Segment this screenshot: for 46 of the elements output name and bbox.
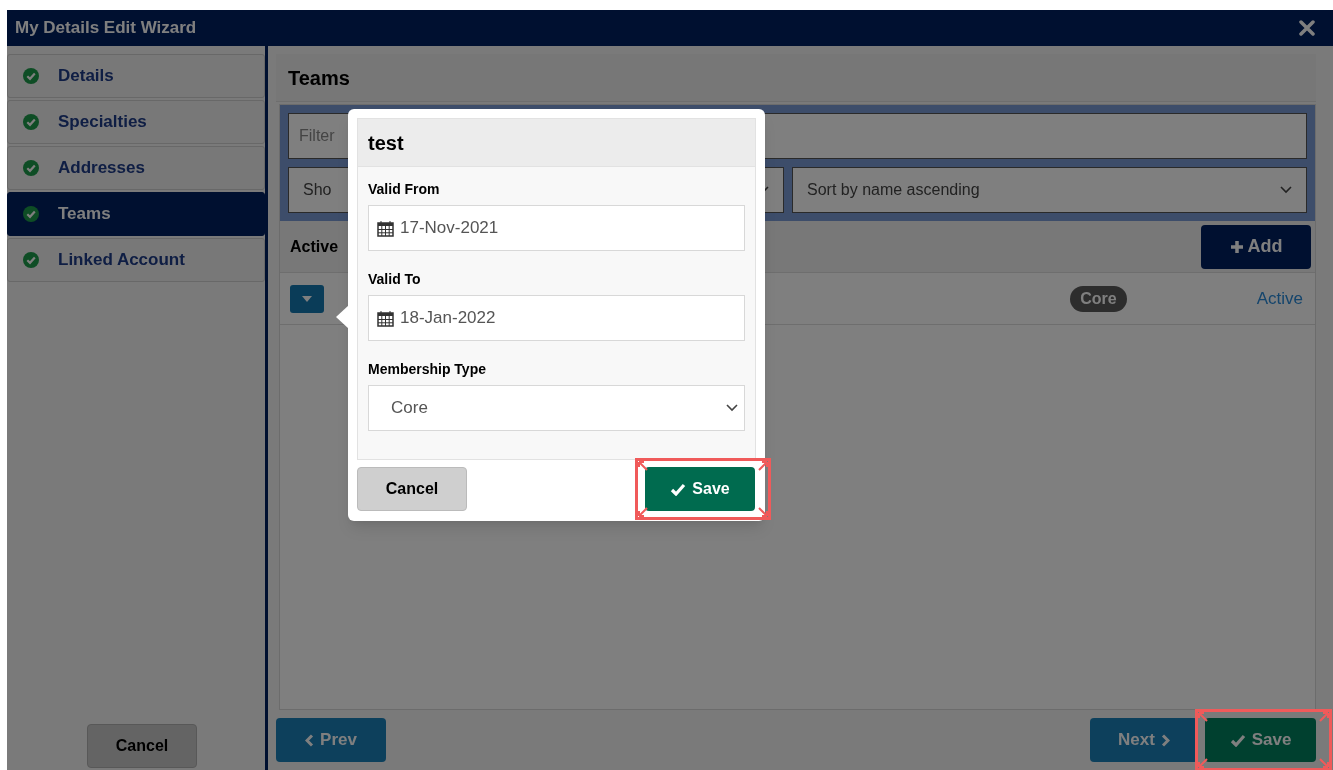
- sidebar-item[interactable]: Teams: [7, 192, 265, 236]
- corner-arrow-icon: [758, 507, 768, 517]
- check-icon: [670, 482, 687, 496]
- check-icon: [1229, 733, 1246, 747]
- corner-arrow-icon: [758, 461, 768, 471]
- sidebar-item[interactable]: Addresses: [7, 146, 265, 190]
- date-field[interactable]: 17-Nov-2021: [368, 205, 745, 251]
- section-title: Teams: [288, 65, 350, 91]
- next-button[interactable]: Next: [1090, 718, 1198, 762]
- cancel-button[interactable]: Cancel: [357, 467, 467, 511]
- field-label: Valid To: [368, 270, 422, 289]
- sidebar-item[interactable]: Details: [7, 54, 265, 98]
- membership-badge: Core: [1070, 285, 1127, 312]
- check-circle-icon: [23, 68, 39, 84]
- sidebar-item[interactable]: Linked Account: [7, 238, 265, 282]
- sidebar-item[interactable]: Specialties: [7, 100, 265, 144]
- add-button[interactable]: Add: [1201, 224, 1311, 269]
- save-button[interactable]: Save: [645, 467, 755, 511]
- close-icon[interactable]: [1299, 20, 1315, 36]
- save-button[interactable]: Save: [1205, 718, 1316, 762]
- plus-icon: [1229, 239, 1244, 254]
- prev-button[interactable]: Prev: [276, 718, 386, 762]
- field-label: Membership Type: [368, 360, 487, 379]
- calendar-icon: [377, 309, 394, 327]
- calendar-icon: [377, 219, 394, 237]
- check-circle-icon: [23, 252, 39, 268]
- check-circle-icon: [23, 206, 39, 222]
- check-circle-icon: [23, 114, 39, 130]
- corner-arrow-icon: [1319, 712, 1329, 722]
- sort-select[interactable]: Sort by name ascending: [792, 167, 1307, 213]
- status-link[interactable]: Active: [1256, 285, 1303, 312]
- check-circle-icon: [23, 160, 39, 176]
- corner-arrow-icon: [1198, 712, 1208, 722]
- chevron-left-icon: [305, 733, 315, 747]
- caret-down-icon: [302, 295, 312, 302]
- window-title: My Details Edit Wizard: [15, 17, 197, 40]
- date-field[interactable]: 18-Jan-2022: [368, 295, 745, 341]
- popover-title: test: [368, 130, 404, 156]
- chevron-right-icon: [1160, 733, 1170, 747]
- field-label: Valid From: [368, 180, 441, 199]
- dropdown-toggle[interactable]: [290, 284, 324, 313]
- membership-select[interactable]: Core: [368, 385, 745, 431]
- corner-arrow-icon: [638, 507, 648, 517]
- cancel-button[interactable]: Cancel: [87, 724, 197, 768]
- corner-arrow-icon: [638, 461, 648, 471]
- column-header: Active: [290, 236, 339, 257]
